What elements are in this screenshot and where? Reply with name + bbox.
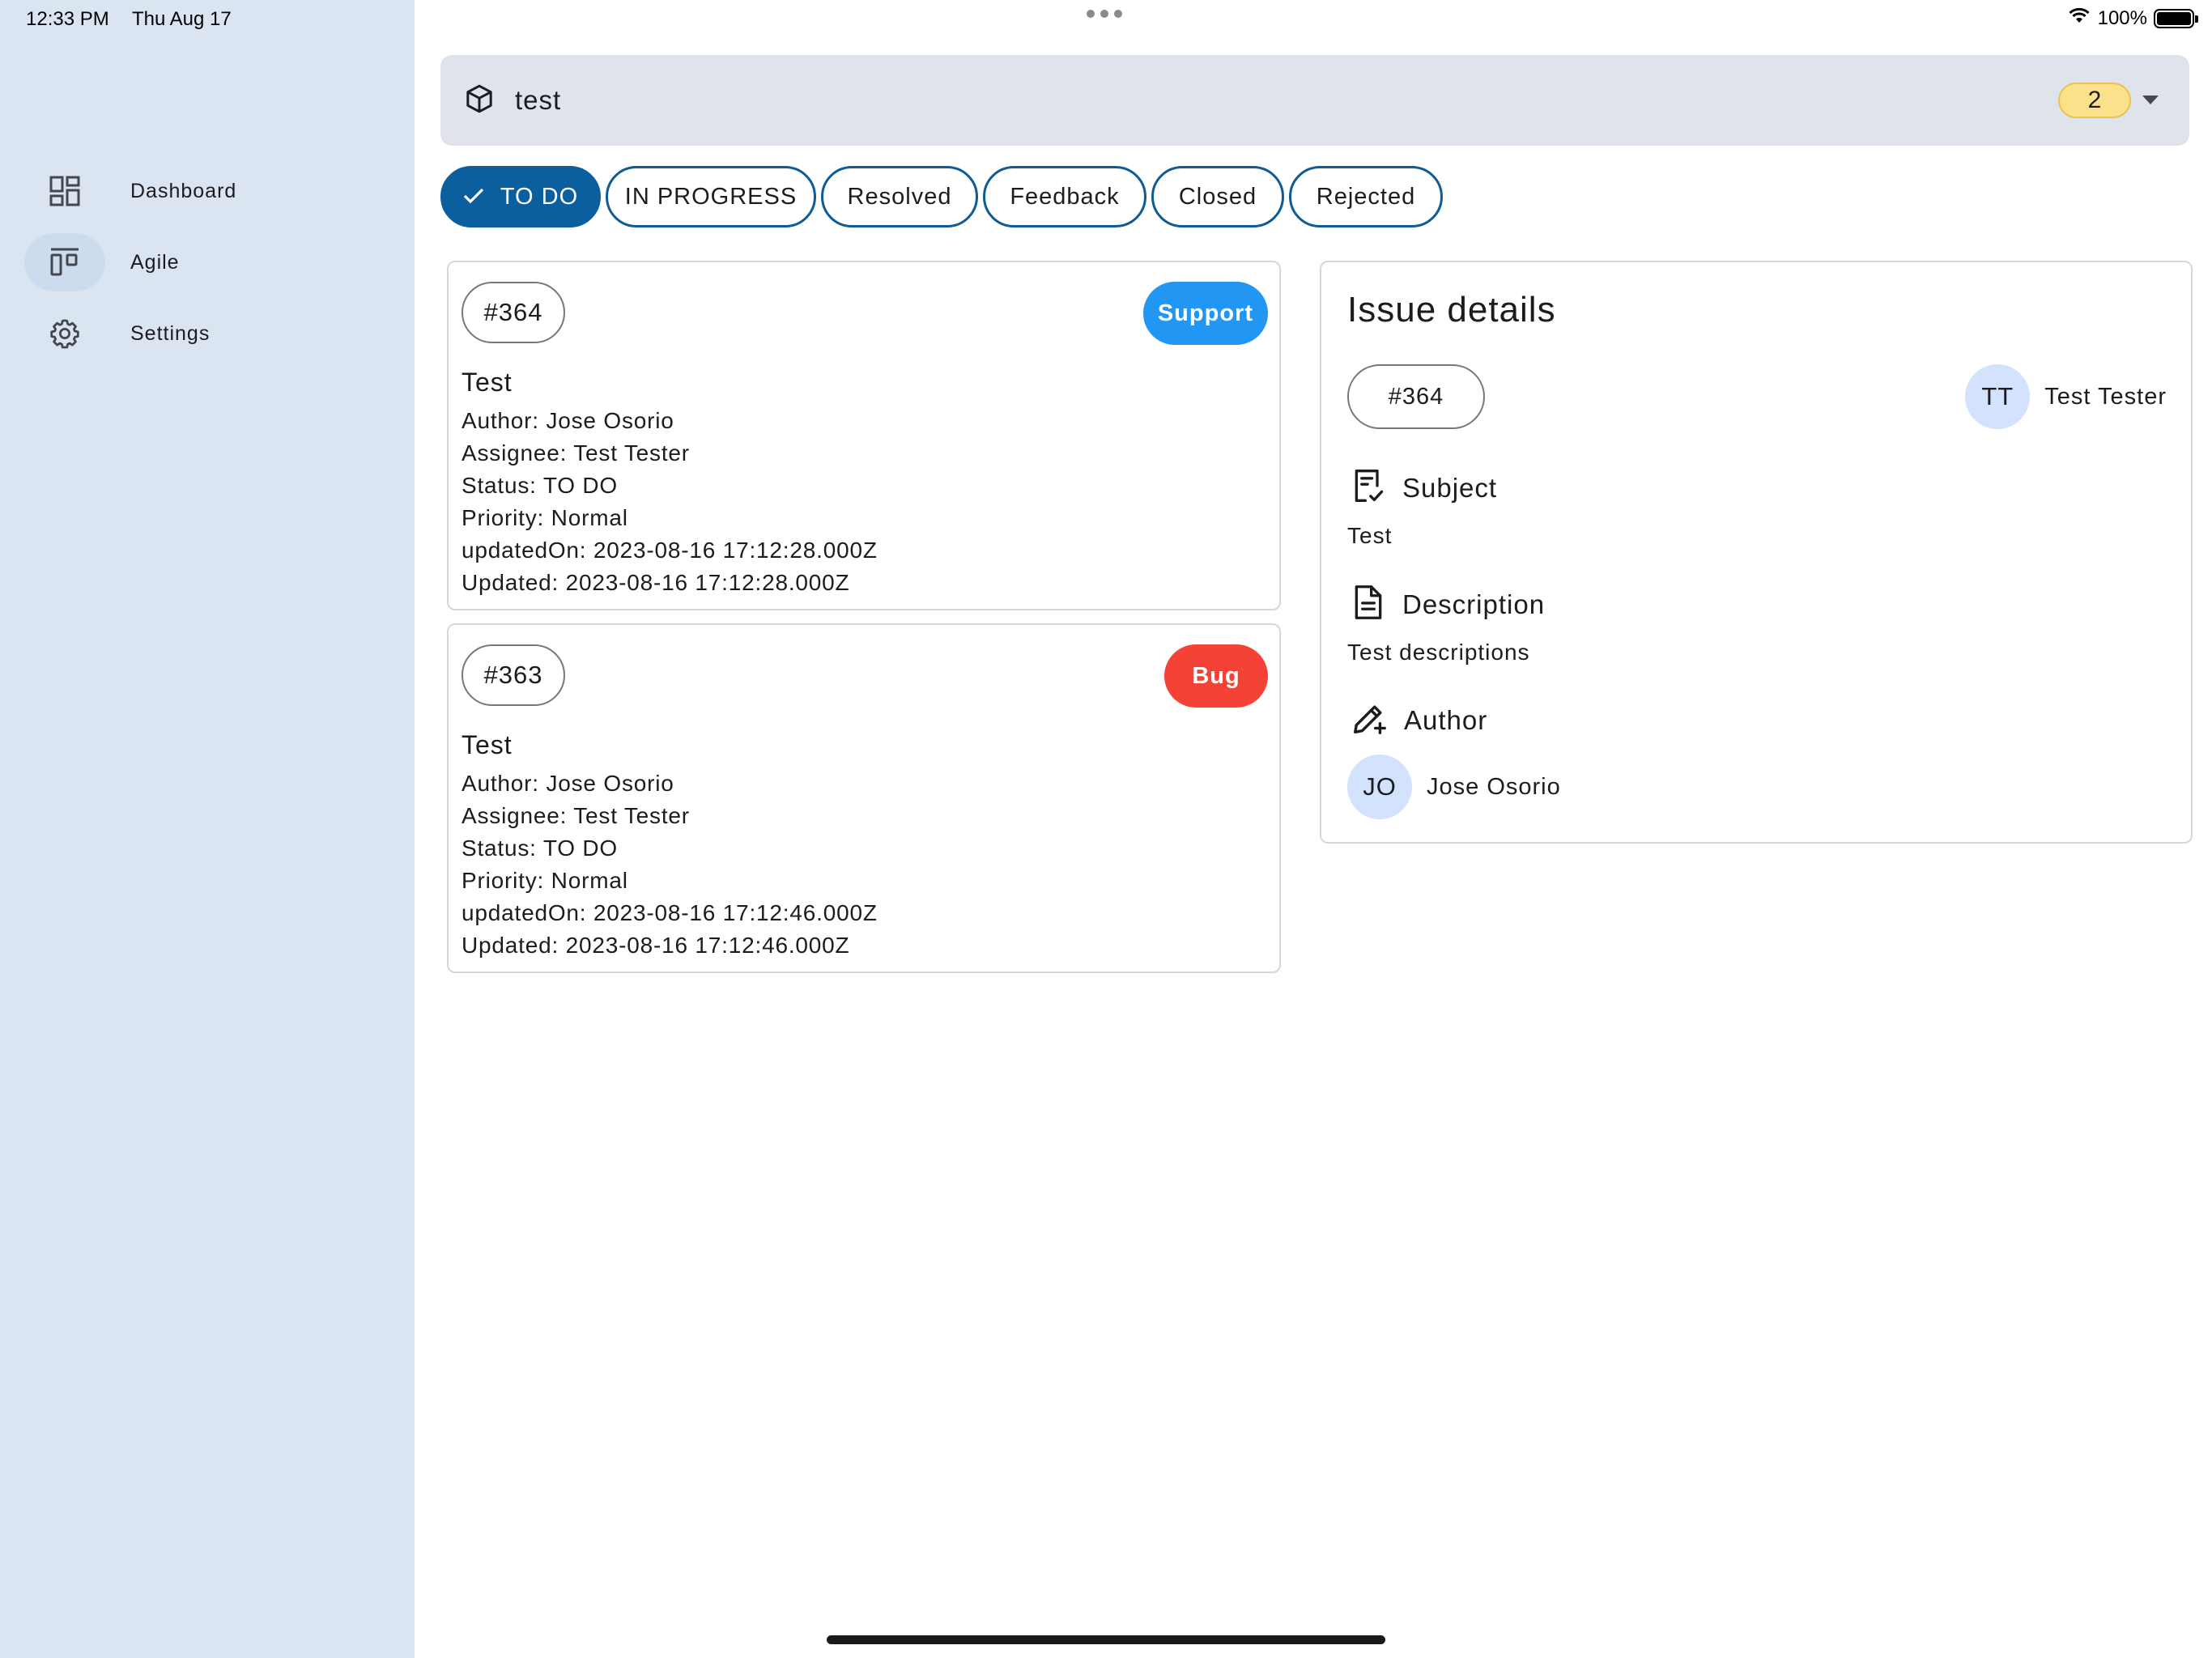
sidebar-item-label: Dashboard bbox=[130, 179, 237, 202]
issue-updated-on: updatedOn: 2023-08-16 17:12:28.000Z bbox=[462, 538, 878, 563]
details-title: Issue details bbox=[1347, 290, 1556, 329]
details-assignee: TT Test Tester bbox=[1965, 364, 2167, 429]
project-selector[interactable]: test 2 bbox=[440, 55, 2189, 146]
issue-id-chip: #363 bbox=[462, 644, 565, 706]
author-heading: Author bbox=[1351, 699, 1487, 741]
subject-label: Subject bbox=[1402, 472, 1498, 503]
app-root: 12:33 PM Thu Aug 17 Dashboard Agile Sett… bbox=[0, 0, 2212, 1658]
filter-chip-closed[interactable]: Closed bbox=[1151, 166, 1284, 227]
filter-chip-todo[interactable]: TO DO bbox=[440, 166, 601, 227]
filter-chip-label: Closed bbox=[1178, 183, 1257, 210]
issue-updated-on: updatedOn: 2023-08-16 17:12:46.000Z bbox=[462, 900, 878, 925]
sidebar: 12:33 PM Thu Aug 17 Dashboard Agile Sett… bbox=[0, 0, 415, 1658]
status-time: 12:33 PM Thu Aug 17 bbox=[26, 8, 249, 31]
filter-chip-label: Resolved bbox=[847, 183, 952, 210]
sidebar-item-dashboard[interactable]: Dashboard bbox=[24, 162, 381, 220]
issue-meta: Author: Jose Osorio Assignee: Test Teste… bbox=[462, 767, 878, 962]
sidebar-item-settings[interactable]: Settings bbox=[24, 304, 381, 363]
chevron-down-icon[interactable] bbox=[2142, 96, 2159, 104]
assignee-name: Test Tester bbox=[2044, 383, 2167, 410]
status-clock: 12:33 PM bbox=[26, 8, 109, 30]
details-issue-id-chip: #364 bbox=[1347, 364, 1485, 429]
subject-value: Test bbox=[1347, 523, 1393, 548]
filter-chip-label: Feedback bbox=[1010, 183, 1120, 210]
sidebar-item-agile[interactable]: Agile bbox=[24, 233, 381, 291]
gear-icon bbox=[24, 304, 105, 363]
battery-percent: 100% bbox=[2097, 6, 2147, 29]
issue-title: Test bbox=[462, 368, 513, 397]
details-author: JO Jose Osorio bbox=[1347, 755, 1561, 819]
dashboard-icon bbox=[24, 162, 105, 220]
home-indicator[interactable] bbox=[827, 1635, 1385, 1644]
issue-assignee: Assignee: Test Tester bbox=[462, 803, 690, 828]
filter-chip-label: IN PROGRESS bbox=[624, 183, 798, 210]
status-date: Thu Aug 17 bbox=[131, 8, 232, 30]
subject-heading: Subject bbox=[1351, 466, 1497, 509]
check-icon bbox=[463, 184, 484, 210]
issue-status: Status: TO DO bbox=[462, 835, 618, 861]
sidebar-item-label: Agile bbox=[130, 250, 180, 274]
issue-author: Author: Jose Osorio bbox=[462, 408, 674, 433]
issue-meta: Author: Jose Osorio Assignee: Test Teste… bbox=[462, 405, 878, 599]
filter-chip-resolved[interactable]: Resolved bbox=[821, 166, 978, 227]
issue-updated: Updated: 2023-08-16 17:12:46.000Z bbox=[462, 933, 850, 958]
issue-priority: Priority: Normal bbox=[462, 868, 628, 893]
avatar: JO bbox=[1347, 755, 1412, 819]
issue-card[interactable]: #364 Support Test Author: Jose Osorio As… bbox=[447, 261, 1281, 610]
issue-assignee: Assignee: Test Tester bbox=[462, 440, 690, 466]
sidebar-item-label: Settings bbox=[130, 321, 211, 345]
issue-tag-badge: Bug bbox=[1164, 644, 1268, 708]
description-heading: Description bbox=[1351, 583, 1545, 626]
project-name: test bbox=[515, 85, 562, 115]
cube-icon bbox=[463, 83, 496, 119]
multitasking-dots[interactable] bbox=[1087, 10, 1122, 18]
filter-chip-label: TO DO bbox=[500, 183, 579, 210]
agile-board-icon bbox=[24, 233, 105, 291]
issue-author: Author: Jose Osorio bbox=[462, 771, 674, 796]
document-icon bbox=[1351, 583, 1386, 626]
issue-title: Test bbox=[462, 730, 513, 759]
description-label: Description bbox=[1402, 589, 1546, 619]
issue-count-badge: 2 bbox=[2058, 83, 2131, 118]
issue-card[interactable]: #363 Bug Test Author: Jose Osorio Assign… bbox=[447, 623, 1281, 973]
issue-id-chip: #364 bbox=[462, 282, 565, 343]
clipboard-check-icon bbox=[1351, 466, 1386, 509]
issue-tag-badge: Support bbox=[1142, 282, 1268, 345]
wifi-icon bbox=[2067, 6, 2091, 30]
issue-priority: Priority: Normal bbox=[462, 505, 628, 530]
issue-updated: Updated: 2023-08-16 17:12:28.000Z bbox=[462, 570, 850, 595]
description-value: Test descriptions bbox=[1347, 640, 1530, 665]
filter-chip-rejected[interactable]: Rejected bbox=[1289, 166, 1443, 227]
status-indicators: 100% bbox=[2067, 6, 2198, 30]
author-name: Jose Osorio bbox=[1427, 773, 1561, 800]
edit-pencil-icon bbox=[1351, 699, 1388, 741]
author-label: Author bbox=[1404, 704, 1488, 735]
filter-chip-feedback[interactable]: Feedback bbox=[983, 166, 1146, 227]
filter-chip-label: Rejected bbox=[1316, 183, 1416, 210]
avatar: TT bbox=[1965, 364, 2031, 429]
battery-icon bbox=[2154, 8, 2198, 28]
filter-chip-in-progress[interactable]: IN PROGRESS bbox=[606, 166, 816, 227]
issue-details-panel: Issue details #364 TT Test Tester Subjec… bbox=[1320, 261, 2193, 844]
issue-status: Status: TO DO bbox=[462, 473, 618, 498]
